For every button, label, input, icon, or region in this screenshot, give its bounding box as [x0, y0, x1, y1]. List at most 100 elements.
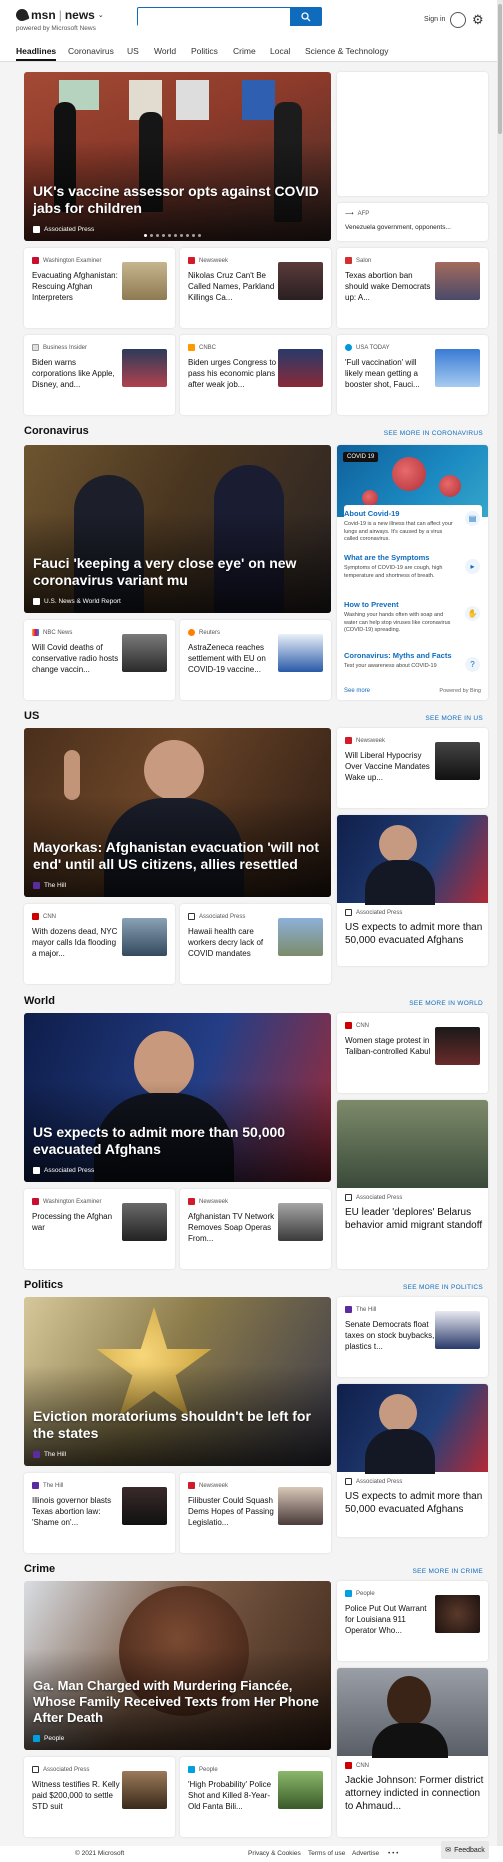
covid-see-more[interactable]: See more: [344, 688, 370, 694]
thumbnail-image: [435, 349, 480, 387]
covid-item-title: Coronavirus: Myths and Facts: [344, 651, 452, 660]
nav-politics[interactable]: Politics: [191, 46, 218, 56]
more-menu-icon[interactable]: • • •: [388, 1850, 398, 1857]
hero-card[interactable]: Eviction moratoriums shouldn't be left f…: [24, 1297, 331, 1466]
source-line: Business Insider: [32, 344, 87, 351]
hero-card[interactable]: US expects to admit more than 50,000 eva…: [24, 1013, 331, 1182]
thumbnail-image: [122, 1487, 167, 1525]
scrollbar-thumb[interactable]: [498, 4, 502, 134]
card-title: Biden urges Congress to pass his economi…: [188, 358, 277, 389]
card-title: Hawaii health care workers decry lack of…: [188, 927, 264, 958]
nav-local[interactable]: Local: [270, 46, 290, 56]
nav-us[interactable]: US: [127, 46, 139, 56]
hero-source: The Hill: [33, 882, 66, 889]
nav-science-technology[interactable]: Science & Technology: [305, 46, 388, 56]
news-card[interactable]: NBC News Will Covid deaths of conservati…: [24, 620, 175, 700]
person-head: [144, 740, 204, 800]
news-card[interactable]: The Hill Illinois governor blasts Texas …: [24, 1473, 175, 1553]
page: msn | news ⌄ powered by Microsoft News S…: [0, 0, 503, 1862]
gear-icon[interactable]: ⚙: [472, 12, 484, 28]
news-card[interactable]: Newsweek Will Liberal Hypocrisy Over Vac…: [337, 728, 488, 808]
news-card-large[interactable]: Associated Press EU leader 'deplores' Be…: [337, 1100, 488, 1269]
nav-headlines[interactable]: Headlines: [16, 46, 57, 61]
news-card[interactable]: CNN With dozens dead, NYC mayor calls Id…: [24, 904, 175, 984]
source-line: Newsweek: [188, 1198, 228, 1205]
news-card-large[interactable]: Associated Press US expects to admit mor…: [337, 815, 488, 966]
side-ad-card[interactable]: [337, 72, 488, 196]
scrollbar[interactable]: [497, 0, 503, 1846]
covid-item-title: How to Prevent: [344, 600, 399, 609]
hero-card[interactable]: Mayorkas: Afghanistan evacuation 'will n…: [24, 728, 331, 897]
thumbnail-image: [122, 634, 167, 672]
see-more-crime[interactable]: SEE MORE IN CRIME: [413, 1568, 483, 1575]
news-card[interactable]: USA TODAY 'Full vaccination' will likely…: [337, 335, 488, 415]
news-card[interactable]: Associated Press Hawaii health care work…: [180, 904, 331, 984]
thumbnail-image: [278, 634, 323, 672]
covid-item[interactable]: How to Prevent Washing your hands often …: [344, 600, 482, 648]
hero-card[interactable]: Fauci 'keeping a very close eye' on new …: [24, 445, 331, 613]
carousel-dots[interactable]: [144, 234, 201, 237]
search-icon: [301, 11, 311, 21]
news-card[interactable]: Newsweek Filibuster Could Squash Dems Ho…: [180, 1473, 331, 1553]
hero-card[interactable]: UK's vaccine assessor opts against COVID…: [24, 72, 331, 241]
nav-world[interactable]: World: [154, 46, 176, 56]
hero-source: U.S. News & World Report: [33, 598, 121, 605]
card-title: Afghanistan TV Network Removes Soap Oper…: [188, 1212, 275, 1243]
news-card[interactable]: Associated Press Witness testifies R. Ke…: [24, 1757, 175, 1837]
news-card[interactable]: Washington Examiner Processing the Afgha…: [24, 1189, 175, 1269]
feedback-button[interactable]: ✉ Feedback: [441, 1841, 489, 1859]
news-card[interactable]: The Hill Senate Democrats float taxes on…: [337, 1297, 488, 1377]
hero-title: Mayorkas: Afghanistan evacuation 'will n…: [33, 839, 319, 872]
hero-card[interactable]: Ga. Man Charged with Murdering Fiancée, …: [24, 1581, 331, 1750]
card-title: Venezuela government, opponents...: [345, 224, 451, 231]
powered-by: powered by Microsoft News: [16, 25, 96, 32]
hero-title: Eviction moratoriums shouldn't be left f…: [33, 1408, 311, 1441]
news-card[interactable]: Newsweek Nikolas Cruz Can't Be Called Na…: [180, 248, 331, 328]
news-card[interactable]: Salon Texas abortion ban should wake Dem…: [337, 248, 488, 328]
news-card[interactable]: People Police Put Out Warrant for Louisi…: [337, 1581, 488, 1661]
see-more-coronavirus[interactable]: SEE MORE IN CORONAVIRUS: [384, 430, 483, 437]
see-more-politics[interactable]: SEE MORE IN POLITICS: [403, 1284, 483, 1291]
news-card[interactable]: Newsweek Afghanistan TV Network Removes …: [180, 1189, 331, 1269]
covid-item[interactable]: About Covid-19 Covid-19 is a new illness…: [344, 505, 482, 545]
news-card[interactable]: Washington Examiner Evacuating Afghanist…: [24, 248, 175, 328]
news-card-large[interactable]: Associated Press US expects to admit mor…: [337, 1384, 488, 1537]
news-card[interactable]: CNBC Biden urges Congress to pass his ec…: [180, 335, 331, 415]
chevron-down-icon[interactable]: ⌄: [98, 11, 104, 19]
card-title: With dozens dead, NYC mayor calls Ida fl…: [32, 927, 118, 958]
nav-coronavirus[interactable]: Coronavirus: [68, 46, 114, 56]
see-more-world[interactable]: SEE MORE IN WORLD: [409, 1000, 483, 1007]
terms-link[interactable]: Terms of use: [308, 1850, 345, 1857]
news-card-large[interactable]: CNN Jackie Johnson: Former district atto…: [337, 1668, 488, 1837]
source-line: NBC News: [32, 629, 72, 636]
search-input[interactable]: [138, 9, 293, 27]
covid-item[interactable]: Coronavirus: Myths and Facts Test your a…: [344, 651, 482, 681]
news-card[interactable]: People 'High Probability' Police Shot an…: [180, 1757, 331, 1837]
sign-in-link[interactable]: Sign in: [424, 16, 445, 23]
virus-icon: [392, 457, 426, 491]
hero-source: People: [33, 1735, 64, 1742]
news-card[interactable]: Business Insider Biden warns corporation…: [24, 335, 175, 415]
card-title: Will Covid deaths of conservative radio …: [32, 643, 119, 674]
section-title-coronavirus: Coronavirus: [24, 425, 89, 437]
search-button[interactable]: [290, 7, 322, 26]
source-line: CNN: [345, 1022, 369, 1029]
msn-logo[interactable]: msn | news ⌄: [14, 7, 104, 23]
thermometer-icon: ▸: [465, 559, 480, 574]
news-card[interactable]: Reuters AstraZeneca reaches settlement w…: [180, 620, 331, 700]
privacy-link[interactable]: Privacy & Cookies: [248, 1850, 301, 1857]
source-line: Associated Press: [32, 1766, 89, 1773]
card-title: Filibuster Could Squash Dems Hopes of Pa…: [188, 1496, 274, 1527]
side-news-card[interactable]: ⟶ AFP Venezuela government, opponents...: [337, 203, 488, 241]
advertise-link[interactable]: Advertise: [352, 1850, 379, 1857]
nav-crime[interactable]: Crime: [233, 46, 256, 56]
see-more-us[interactable]: SEE MORE IN US: [425, 715, 483, 722]
covid-info-panel: COVID 19 About Covid-19 Covid-19 is a ne…: [337, 445, 488, 700]
header: msn | news ⌄ powered by Microsoft News S…: [0, 0, 503, 40]
thumbnail-image: [278, 1203, 323, 1241]
news-card[interactable]: CNN Women stage protest in Taliban-contr…: [337, 1013, 488, 1093]
covid-item[interactable]: What are the Symptoms Symptoms of COVID-…: [344, 553, 482, 593]
hero-title: Fauci 'keeping a very close eye' on new …: [33, 555, 297, 588]
hero-source: Associated Press: [33, 1167, 94, 1174]
user-avatar-icon[interactable]: [450, 12, 466, 28]
